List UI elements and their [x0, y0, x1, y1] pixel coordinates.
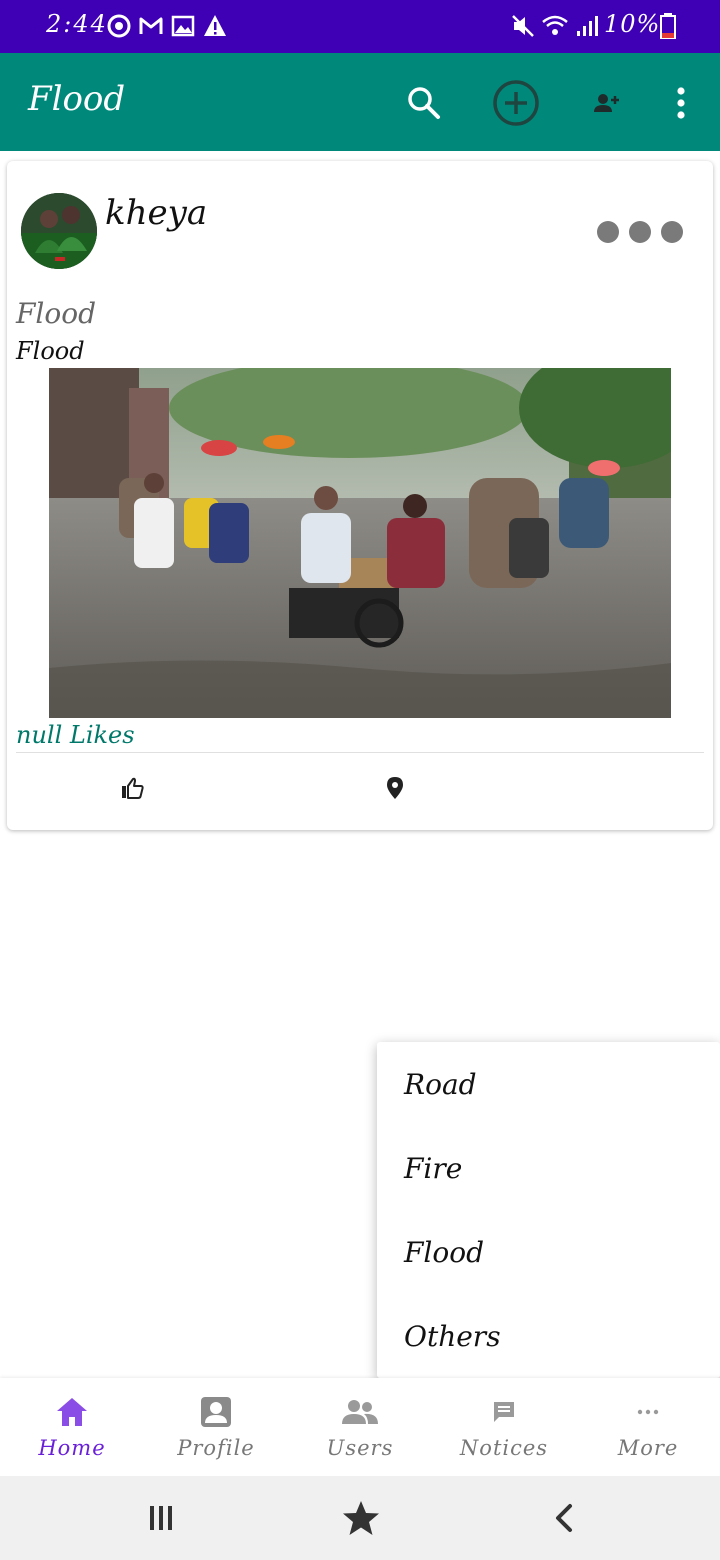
status-bar: 2:44 10% — [0, 0, 720, 53]
add-circle-icon — [493, 80, 539, 126]
post-image[interactable] — [49, 368, 671, 718]
divider — [16, 752, 704, 753]
more-vert-icon — [677, 87, 685, 119]
back-chevron-icon — [556, 1504, 572, 1532]
nav-label-users: Users — [326, 1436, 394, 1460]
search-button[interactable] — [396, 75, 452, 131]
add-post-button[interactable] — [488, 75, 544, 131]
dot-icon — [629, 221, 651, 243]
add-user-icon — [594, 94, 619, 112]
nav-label-home: Home — [38, 1436, 106, 1460]
recent-apps-button[interactable] — [141, 1498, 181, 1538]
post-options-button[interactable] — [597, 221, 683, 243]
nav-item-notices[interactable]: Notices — [432, 1378, 576, 1476]
notices-icon — [494, 1402, 514, 1422]
menu-item-others[interactable]: Others — [377, 1294, 720, 1378]
app-bar: Flood — [0, 53, 720, 151]
profile-icon — [201, 1397, 231, 1427]
nav-item-more[interactable]: More — [576, 1378, 720, 1476]
overflow-menu-button[interactable] — [653, 75, 709, 131]
system-navigation-bar — [0, 1476, 720, 1560]
add-user-button[interactable] — [579, 75, 635, 131]
battery-icon — [660, 13, 676, 39]
mute-icon — [512, 15, 534, 37]
bottom-navigation: Home Profile Users Notices More — [0, 1378, 720, 1476]
like-button[interactable] — [115, 771, 149, 805]
post-description: Flood — [16, 337, 85, 365]
recent-apps-icon — [150, 1506, 172, 1530]
nav-label-more: More — [617, 1436, 679, 1460]
nav-item-users[interactable]: Users — [288, 1378, 432, 1476]
category-menu: Road Fire Flood Others — [377, 1042, 720, 1378]
wifi-icon — [542, 15, 568, 35]
sync-icon — [107, 14, 131, 38]
post-card: kheya Flood Flood null Likes — [7, 161, 713, 830]
nav-item-home[interactable]: Home — [0, 1378, 144, 1476]
post-title: Flood — [16, 297, 97, 330]
likes-count: null Likes — [16, 721, 135, 749]
battery-percent: 10% — [604, 10, 661, 38]
nav-label-profile: Profile — [177, 1436, 255, 1460]
status-time: 2:44 — [46, 10, 108, 38]
more-horiz-icon — [637, 1409, 659, 1415]
nav-item-profile[interactable]: Profile — [144, 1378, 288, 1476]
search-icon — [408, 87, 440, 119]
back-button[interactable] — [543, 1498, 583, 1538]
dot-icon — [661, 221, 683, 243]
gallery-icon — [171, 15, 195, 37]
location-pin-icon — [387, 777, 403, 799]
nav-label-notices: Notices — [459, 1436, 549, 1460]
warning-icon — [204, 15, 226, 36]
menu-item-flood[interactable]: Flood — [377, 1210, 720, 1294]
users-icon — [342, 1400, 378, 1424]
location-button[interactable] — [378, 771, 412, 805]
star-icon — [343, 1501, 379, 1535]
post-username[interactable]: kheya — [105, 193, 207, 233]
home-icon — [57, 1398, 87, 1426]
home-system-button[interactable] — [341, 1498, 381, 1538]
thumb-up-icon — [122, 777, 144, 799]
page-title: Flood — [28, 79, 126, 119]
menu-item-fire[interactable]: Fire — [377, 1126, 720, 1210]
menu-item-road[interactable]: Road — [377, 1042, 720, 1126]
dot-icon — [597, 221, 619, 243]
signal-icon — [577, 16, 598, 36]
gmail-icon — [139, 17, 163, 34]
avatar[interactable] — [21, 193, 97, 269]
